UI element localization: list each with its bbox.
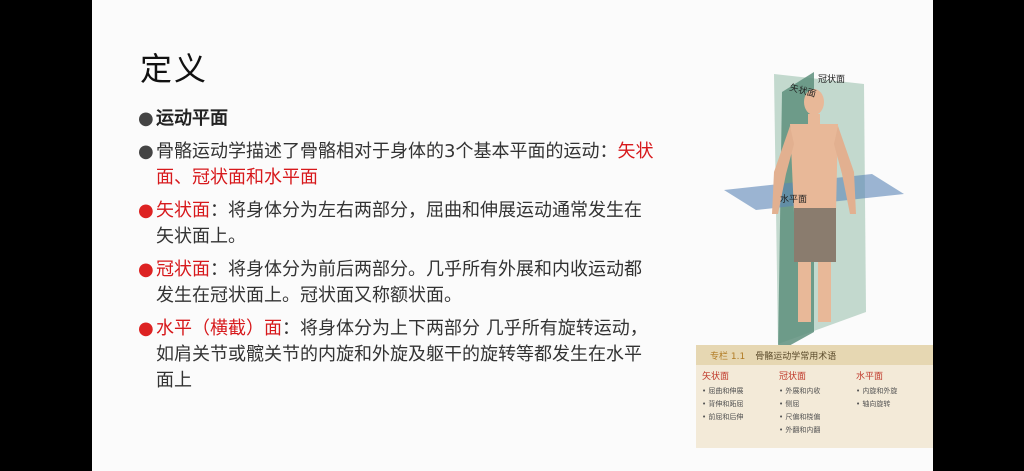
col-header: 矢状面 [702,372,730,382]
list-item: • 轴向旋转 [856,400,891,408]
list-item: • 尺偏和桡偏 [779,413,821,421]
terms-box: 专栏 1.1 骨骼运动学常用术语 矢状面 • 屈曲和伸展 • 背伸和跖屈 • 前… [696,345,933,448]
list-item: • 屈曲和伸展 [702,387,744,395]
bullet-intro: ● 骨骼运动学描述了骨骼相对于身体的3个基本平面的运动：矢状面、冠状面和水平面 [138,139,658,191]
term-sagittal: 矢状面 [156,200,210,221]
list-item: • 外展和内收 [779,387,821,395]
label-horizontal: 水平面 [780,193,807,205]
terms-box-header: 专栏 1.1 骨骼运动学常用术语 [696,345,933,365]
terms-box-tag: 专栏 1.1 [710,351,746,362]
list-item: • 前屈和后伸 [702,413,744,421]
bullet-coronal: ● 冠状面：将身体分为前后两部分。几乎所有外展和内收运动都发生在冠状面上。冠状面… [138,257,658,309]
bullet-sagittal-text: ：将身体分为左右两部分，屈曲和伸展运动通常发生在矢状面上。 [156,200,642,247]
col-header: 水平面 [856,372,884,382]
bullet-dot-icon: ● [138,108,154,129]
bullet-dot-icon: ● [138,259,154,280]
terms-columns: 矢状面 • 屈曲和伸展 • 背伸和跖屈 • 前屈和后伸 冠状面 • 外展和内收 … [696,365,933,437]
bullet-dot-icon: ● [138,141,154,162]
terms-col-coronal: 冠状面 • 外展和内收 • 侧屈 • 尺偏和桡偏 • 外翻和内翻 [779,369,856,437]
bullet-dot-icon: ● [138,200,154,221]
list-item: • 侧屈 [779,400,800,408]
terms-col-horizontal: 水平面 • 内旋和外旋 • 轴向旋转 [856,369,933,437]
bullet-heading: ● 运动平面 [138,106,658,132]
bullet-dot-icon: ● [138,318,154,339]
slide-title: 定义 [140,50,209,88]
list-item: • 外翻和内翻 [779,426,821,434]
term-coronal: 冠状面 [156,259,210,280]
terms-col-sagittal: 矢状面 • 屈曲和伸展 • 背伸和跖屈 • 前屈和后伸 [702,369,779,437]
list-item: • 背伸和跖屈 [702,400,744,408]
bullet-list: ● 运动平面 ● 骨骼运动学描述了骨骼相对于身体的3个基本平面的运动：矢状面、冠… [138,106,658,401]
bullet-coronal-text: ：将身体分为前后两部分。几乎所有外展和内收运动都发生在冠状面上。冠状面又称额状面… [156,259,642,306]
term-horizontal: 水平（横截）面 [156,318,282,339]
terms-box-title: 骨骼运动学常用术语 [755,351,837,362]
bullet-sagittal: ● 矢状面：将身体分为左右两部分，屈曲和伸展运动通常发生在矢状面上。 [138,198,658,250]
col-header: 冠状面 [779,372,807,382]
bullet-heading-text: 运动平面 [156,108,228,129]
label-coronal: 冠状面 [818,73,845,85]
list-item: • 内旋和外旋 [856,387,898,395]
slide: 定义 ● 运动平面 ● 骨骼运动学描述了骨骼相对于身体的3个基本平面的运动：矢状… [92,0,933,471]
bullet-horizontal: ● 水平（横截）面：将身体分为上下两部分 几乎所有旋转运动，如肩关节或髋关节的内… [138,316,658,394]
bullet-intro-text: 骨骼运动学描述了骨骼相对于身体的3个基本平面的运动： [156,141,618,162]
